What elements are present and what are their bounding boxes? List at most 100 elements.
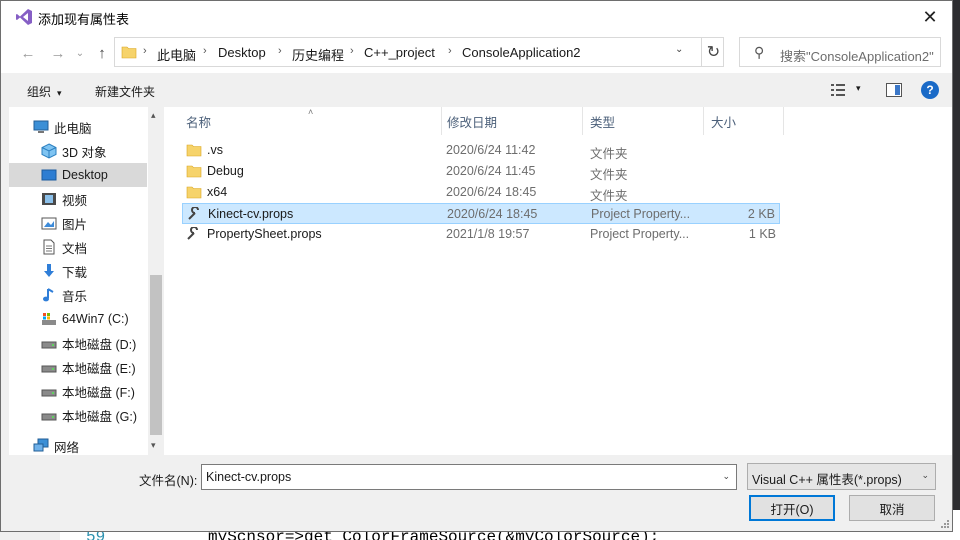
folder-icon xyxy=(186,165,202,178)
search-placeholder: 搜索"ConsoleApplication2" xyxy=(780,49,934,64)
sidebar-item-drive-d[interactable]: 本地磁盘 (D:) xyxy=(9,331,147,355)
help-icon[interactable]: ? xyxy=(921,81,939,99)
open-button[interactable]: 打开(O) xyxy=(749,495,835,521)
network-icon xyxy=(33,438,49,452)
forward-button[interactable]: → xyxy=(47,42,69,64)
file-type-filter-select[interactable]: Visual C++ 属性表(*.props) ⌄ xyxy=(747,463,936,490)
sidebar-item-downloads[interactable]: 下载 xyxy=(9,259,147,283)
title-bar: 添加现有属性表 ✕ xyxy=(1,1,952,33)
cube-3d-icon xyxy=(41,143,57,159)
search-icon: ⚲ xyxy=(754,44,765,60)
wrench-icon xyxy=(188,207,199,220)
caret-down-icon: ▾ xyxy=(57,88,62,98)
folder-icon xyxy=(186,144,202,157)
address-dropdown-icon[interactable]: ⌄ xyxy=(675,44,683,55)
sidebar-item-3d-objects[interactable]: 3D 对象 xyxy=(9,139,147,163)
navigation-row: ← → ⌄ ↑ › 此电脑 › Desktop › 历史编程 › C++_pro… xyxy=(1,33,952,73)
file-date: 2020/6/24 18:45 xyxy=(446,185,537,199)
pictures-icon xyxy=(41,217,57,230)
column-header-label: 修改日期 xyxy=(447,115,498,130)
sidebar-item-label: 此电脑 xyxy=(54,121,92,136)
sidebar-item-label: 文档 xyxy=(62,241,88,256)
drive-icon xyxy=(41,413,57,421)
table-row[interactable]: PropertySheet.props 2021/1/8 19:57 Proje… xyxy=(182,224,780,245)
file-date: 2020/6/24 11:42 xyxy=(446,143,536,157)
sidebar-item-videos[interactable]: 视频 xyxy=(9,187,147,211)
sidebar-item-label: 本地磁盘 (G:) xyxy=(62,409,137,424)
breadcrumb-desktop[interactable]: Desktop xyxy=(218,45,266,60)
sidebar-item-label: 3D 对象 xyxy=(62,145,107,160)
table-row[interactable]: .vs 2020/6/24 11:42 文件夹 xyxy=(182,140,780,161)
resize-grip-icon[interactable] xyxy=(940,519,950,529)
documents-icon xyxy=(43,239,55,255)
desktop-icon xyxy=(41,169,57,181)
column-header-name[interactable]: 名称 xyxy=(178,107,442,135)
sidebar-item-pictures[interactable]: 图片 xyxy=(9,211,147,235)
recent-locations-button[interactable]: ⌄ xyxy=(69,42,91,64)
sidebar-item-drive-c[interactable]: 64Win7 (C:) xyxy=(9,307,147,331)
search-input[interactable]: ⚲ 搜索"ConsoleApplication2" xyxy=(739,37,941,67)
drive-icon xyxy=(41,341,57,349)
new-folder-button[interactable]: 新建文件夹 xyxy=(95,83,155,100)
sidebar-item-label: 下载 xyxy=(62,265,88,280)
filename-field[interactable]: Kinect-cv.props ⌄ xyxy=(201,464,737,490)
breadcrumb-separator: › xyxy=(203,45,207,57)
chevron-down-icon: ⌄ xyxy=(75,47,85,59)
column-header-date[interactable]: 修改日期 xyxy=(439,107,583,135)
breadcrumb-consoleapplication2[interactable]: ConsoleApplication2 xyxy=(462,45,581,60)
view-options-icon[interactable] xyxy=(830,83,846,97)
column-header-type[interactable]: 类型 xyxy=(582,107,704,135)
sidebar-item-label: 本地磁盘 (E:) xyxy=(62,361,136,376)
scroll-down-icon[interactable]: ▾ xyxy=(151,440,156,451)
table-row-selected[interactable]: Kinect-cv.props 2020/6/24 18:45 Project … xyxy=(182,203,780,224)
file-type: 文件夹 xyxy=(590,168,628,182)
breadcrumb-history-programming[interactable]: 历史编程 xyxy=(292,45,344,64)
organize-menu[interactable]: 组织 ▾ xyxy=(27,83,62,100)
arrow-left-icon: ← xyxy=(20,44,36,62)
column-header-size[interactable]: 大小 xyxy=(703,107,784,135)
sidebar-item-label: Desktop xyxy=(62,168,108,182)
breadcrumb-this-pc[interactable]: 此电脑 xyxy=(157,45,196,64)
sidebar-item-documents[interactable]: 文档 xyxy=(9,235,147,259)
scrollbar-thumb[interactable] xyxy=(150,275,162,435)
refresh-button[interactable]: ↻ xyxy=(701,38,725,66)
sidebar-item-drive-g[interactable]: 本地磁盘 (G:) xyxy=(9,403,147,427)
chevron-down-icon[interactable]: ⌄ xyxy=(722,471,730,482)
organize-label: 组织 xyxy=(27,85,52,99)
sidebar-item-desktop[interactable]: Desktop xyxy=(9,163,147,187)
wrench-icon xyxy=(187,227,198,240)
navigation-pane: 此电脑 3D 对象 Desktop 视频 图片 文档 下载 音乐 64Win7 … xyxy=(9,107,164,455)
cancel-button[interactable]: 取消 xyxy=(849,495,935,521)
sidebar-item-drive-f[interactable]: 本地磁盘 (F:) xyxy=(9,379,147,403)
sidebar-item-this-pc[interactable]: 此电脑 xyxy=(9,115,147,139)
video-icon xyxy=(42,193,56,205)
breadcrumb-cpp-project[interactable]: C++_project xyxy=(364,45,435,60)
visual-studio-icon xyxy=(16,9,32,25)
preview-pane-icon[interactable] xyxy=(886,83,902,97)
toolbar: 组织 ▾ 新建文件夹 ▾ ? xyxy=(1,73,952,107)
up-button[interactable]: ↑ xyxy=(91,42,113,64)
address-bar[interactable]: › 此电脑 › Desktop › 历史编程 › C++_project › C… xyxy=(114,37,724,67)
file-name: x64 xyxy=(207,185,228,199)
column-header-label: 类型 xyxy=(590,115,616,130)
view-options-caret-icon[interactable]: ▾ xyxy=(856,83,861,94)
breadcrumb-separator: › xyxy=(448,45,452,57)
sidebar-item-drive-e[interactable]: 本地磁盘 (E:) xyxy=(9,355,147,379)
file-name: Debug xyxy=(207,164,244,178)
sidebar-scrollbar[interactable]: ▴ ▾ xyxy=(148,107,164,455)
refresh-icon: ↻ xyxy=(706,44,721,61)
file-name: Kinect-cv.props xyxy=(208,207,294,221)
table-row[interactable]: Debug 2020/6/24 11:45 文件夹 xyxy=(182,161,780,182)
close-button[interactable]: ✕ xyxy=(908,1,952,33)
file-type: 文件夹 xyxy=(590,147,628,161)
scroll-up-icon[interactable]: ▴ xyxy=(151,110,156,121)
file-name: PropertySheet.props xyxy=(207,227,322,241)
table-row[interactable]: x64 2020/6/24 18:45 文件夹 xyxy=(182,182,780,203)
arrow-up-icon: ↑ xyxy=(98,44,106,62)
dialog-title: 添加现有属性表 xyxy=(38,12,130,27)
sidebar-item-label: 本地磁盘 (D:) xyxy=(62,337,137,352)
file-date: 2020/6/24 11:45 xyxy=(446,164,536,178)
download-icon xyxy=(44,264,54,277)
back-button[interactable]: ← xyxy=(17,42,39,64)
sidebar-item-music[interactable]: 音乐 xyxy=(9,283,147,307)
